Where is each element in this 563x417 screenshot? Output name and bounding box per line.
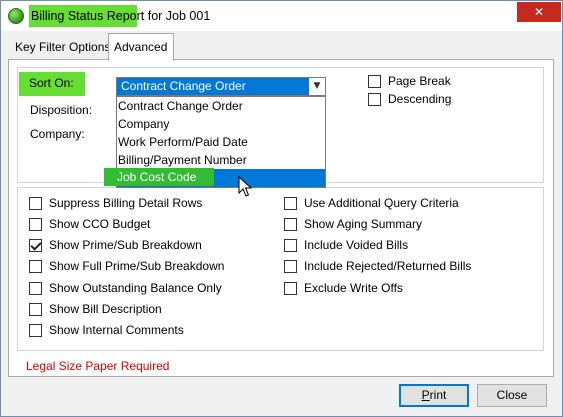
- checkbox-box[interactable]: [29, 303, 42, 316]
- print-button-label: rint: [429, 388, 447, 402]
- tab-key-filter-options[interactable]: Key Filter Options: [10, 36, 110, 60]
- title-bar: Billing Status Report for Job 001 ✕: [1, 1, 562, 31]
- sort-on-label: Sort On:: [29, 76, 74, 90]
- checkbox-box[interactable]: [284, 197, 297, 210]
- checkbox-label: Descending: [388, 92, 452, 106]
- checkbox-label: Show CCO Budget: [49, 217, 151, 231]
- tab-advanced[interactable]: Advanced: [108, 33, 174, 61]
- checkbox-label: Show Prime/Sub Breakdown: [49, 238, 202, 252]
- company-label: Company:: [30, 127, 85, 141]
- hovered-option-label: Job Cost Code: [117, 170, 197, 184]
- checkbox-box[interactable]: [284, 218, 297, 231]
- checkbox-label: Show Internal Comments: [49, 323, 184, 337]
- checkbox-label: Show Aging Summary: [304, 217, 423, 231]
- checkbox-box-checked[interactable]: [29, 239, 42, 252]
- checkbox-label: Use Additional Query Criteria: [304, 196, 459, 210]
- legal-size-paper-notice: Legal Size Paper Required: [26, 359, 170, 373]
- mouse-pointer-icon: [238, 176, 252, 197]
- window-title: Billing Status Report for Job 001: [31, 9, 211, 23]
- chevron-down-icon[interactable]: ▼: [309, 78, 325, 95]
- dropdown-option-company[interactable]: Company: [117, 115, 325, 133]
- checkbox-box[interactable]: [29, 197, 42, 210]
- checkbox-box[interactable]: [284, 239, 297, 252]
- checkbox-box[interactable]: [29, 324, 42, 337]
- checkbox-label: Show Bill Description: [49, 302, 162, 316]
- dropdown-option-billing-payment-number[interactable]: Billing/Payment Number: [117, 151, 325, 169]
- checkbox-box[interactable]: [284, 282, 297, 295]
- checkbox-label: Page Break: [388, 74, 451, 88]
- sort-on-dropdown[interactable]: Contract Change Order ▼: [116, 77, 326, 96]
- checkbox-label: Include Rejected/Returned Bills: [304, 259, 472, 273]
- print-accelerator: P: [421, 388, 430, 402]
- checkbox-box[interactable]: [368, 75, 381, 88]
- sort-on-selected-value: Contract Change Order: [117, 78, 309, 95]
- checkbox-label: Include Voided Bills: [304, 238, 409, 252]
- checkbox-label: Show Full Prime/Sub Breakdown: [49, 259, 225, 273]
- close-icon: ✕: [533, 5, 545, 19]
- checkbox-label: Show Outstanding Balance Only: [49, 281, 222, 295]
- disposition-label: Disposition:: [30, 103, 93, 117]
- checkbox-box[interactable]: [29, 218, 42, 231]
- checkbox-box[interactable]: [368, 93, 381, 106]
- print-button[interactable]: Print: [399, 384, 469, 407]
- app-logo-icon: [8, 8, 24, 24]
- dropdown-option-work-perform-paid-date[interactable]: Work Perform/Paid Date: [117, 133, 325, 151]
- checkbox-box[interactable]: [284, 260, 297, 273]
- checkbox-label: Suppress Billing Detail Rows: [49, 196, 203, 210]
- checkbox-box[interactable]: [29, 260, 42, 273]
- close-button[interactable]: Close: [477, 384, 547, 407]
- window-close-button[interactable]: ✕: [517, 2, 561, 22]
- dropdown-option-contract-change-order[interactable]: Contract Change Order: [117, 97, 325, 115]
- checkbox-box[interactable]: [29, 282, 42, 295]
- checkbox-label: Exclude Write Offs: [304, 281, 403, 295]
